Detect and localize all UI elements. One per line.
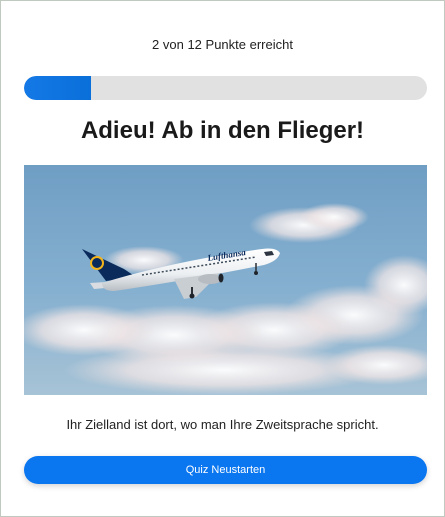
restart-quiz-button[interactable]: Quiz Neustarten [24,456,427,484]
score-text: 2 von 12 Punkte erreicht [152,37,293,52]
result-message: Ihr Zielland ist dort, wo man Ihre Zweit… [66,417,379,432]
airplane-photo: Lufthansa [24,165,427,395]
progress-bar [24,76,427,100]
progress-bar-fill [24,76,92,100]
result-headline: Adieu! Ab in den Flieger! [80,117,365,144]
